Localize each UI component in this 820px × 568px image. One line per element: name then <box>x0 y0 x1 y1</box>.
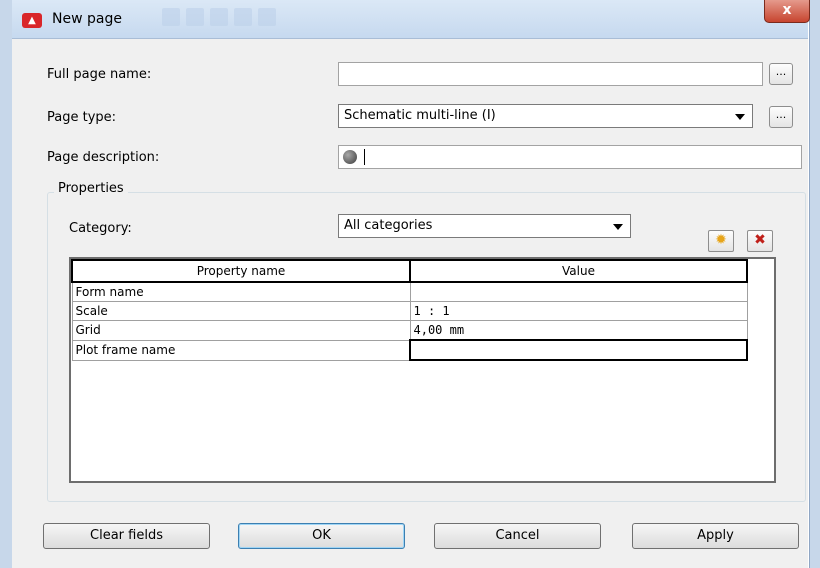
properties-grid: Property name Value Form name Scale 1 : … <box>71 259 748 361</box>
property-value-cell[interactable]: 1 : 1 <box>409 301 748 321</box>
window-frame-right <box>809 0 820 568</box>
column-header-value[interactable]: Value <box>409 259 748 283</box>
table-row[interactable]: Grid 4,00 mm <box>71 320 748 341</box>
full-page-name-input[interactable] <box>338 62 763 86</box>
cancel-button[interactable]: Cancel <box>434 523 601 549</box>
page-type-value: Schematic multi-line (I) <box>344 108 496 123</box>
globe-icon[interactable] <box>343 150 357 164</box>
close-button[interactable]: x <box>764 0 810 23</box>
delete-x-icon: ✖ <box>754 232 766 248</box>
full-page-name-label: Full page name: <box>47 67 152 82</box>
property-name-cell[interactable]: Scale <box>71 301 411 321</box>
clear-fields-button[interactable]: Clear fields <box>43 523 210 549</box>
ghost-icon <box>258 8 276 26</box>
properties-group-title: Properties <box>54 181 128 196</box>
apply-button[interactable]: Apply <box>632 523 799 549</box>
delete-property-button[interactable]: ✖ <box>747 230 773 252</box>
page-type-select[interactable]: Schematic multi-line (I) <box>338 104 753 128</box>
dialog-body: Full page name: ... Page type: Schematic… <box>12 39 808 568</box>
property-name-cell[interactable]: Form name <box>71 281 411 302</box>
table-row[interactable]: Plot frame name <box>71 339 748 361</box>
ghost-icon <box>210 8 228 26</box>
chevron-down-icon <box>613 224 623 230</box>
property-value-cell[interactable] <box>409 339 748 361</box>
page-type-label: Page type: <box>47 110 117 125</box>
text-caret <box>364 149 365 165</box>
chevron-down-icon <box>735 114 745 120</box>
table-row[interactable]: Scale 1 : 1 <box>71 301 748 321</box>
ghost-icon <box>186 8 204 26</box>
property-name-cell[interactable]: Grid <box>71 320 411 341</box>
new-property-button[interactable]: ✹ <box>708 230 734 252</box>
category-value: All categories <box>344 218 433 233</box>
properties-table[interactable]: Property name Value Form name Scale 1 : … <box>69 257 776 483</box>
table-header-row: Property name Value <box>71 259 748 283</box>
page-description-input[interactable] <box>338 145 802 169</box>
star-icon: ✹ <box>715 232 727 248</box>
ghost-icon <box>234 8 252 26</box>
table-row[interactable]: Form name <box>71 281 748 302</box>
title-bar[interactable]: ▲ New page x <box>12 0 810 39</box>
page-description-label: Page description: <box>47 150 160 165</box>
ok-button[interactable]: OK <box>238 523 405 549</box>
ghost-icon <box>162 8 180 26</box>
full-page-name-browse-button[interactable]: ... <box>769 63 793 85</box>
category-select[interactable]: All categories <box>338 214 631 238</box>
column-header-property-name[interactable]: Property name <box>71 259 411 283</box>
property-value-cell[interactable]: 4,00 mm <box>409 320 748 341</box>
app-icon: ▲ <box>22 13 42 28</box>
titlebar-ghost-icons <box>162 8 276 26</box>
page-type-browse-button[interactable]: ... <box>769 106 793 128</box>
property-value-cell[interactable] <box>409 281 748 302</box>
category-label: Category: <box>69 221 132 236</box>
property-name-cell[interactable]: Plot frame name <box>71 339 411 361</box>
close-icon: x <box>782 2 792 18</box>
window-title: New page <box>52 11 122 27</box>
